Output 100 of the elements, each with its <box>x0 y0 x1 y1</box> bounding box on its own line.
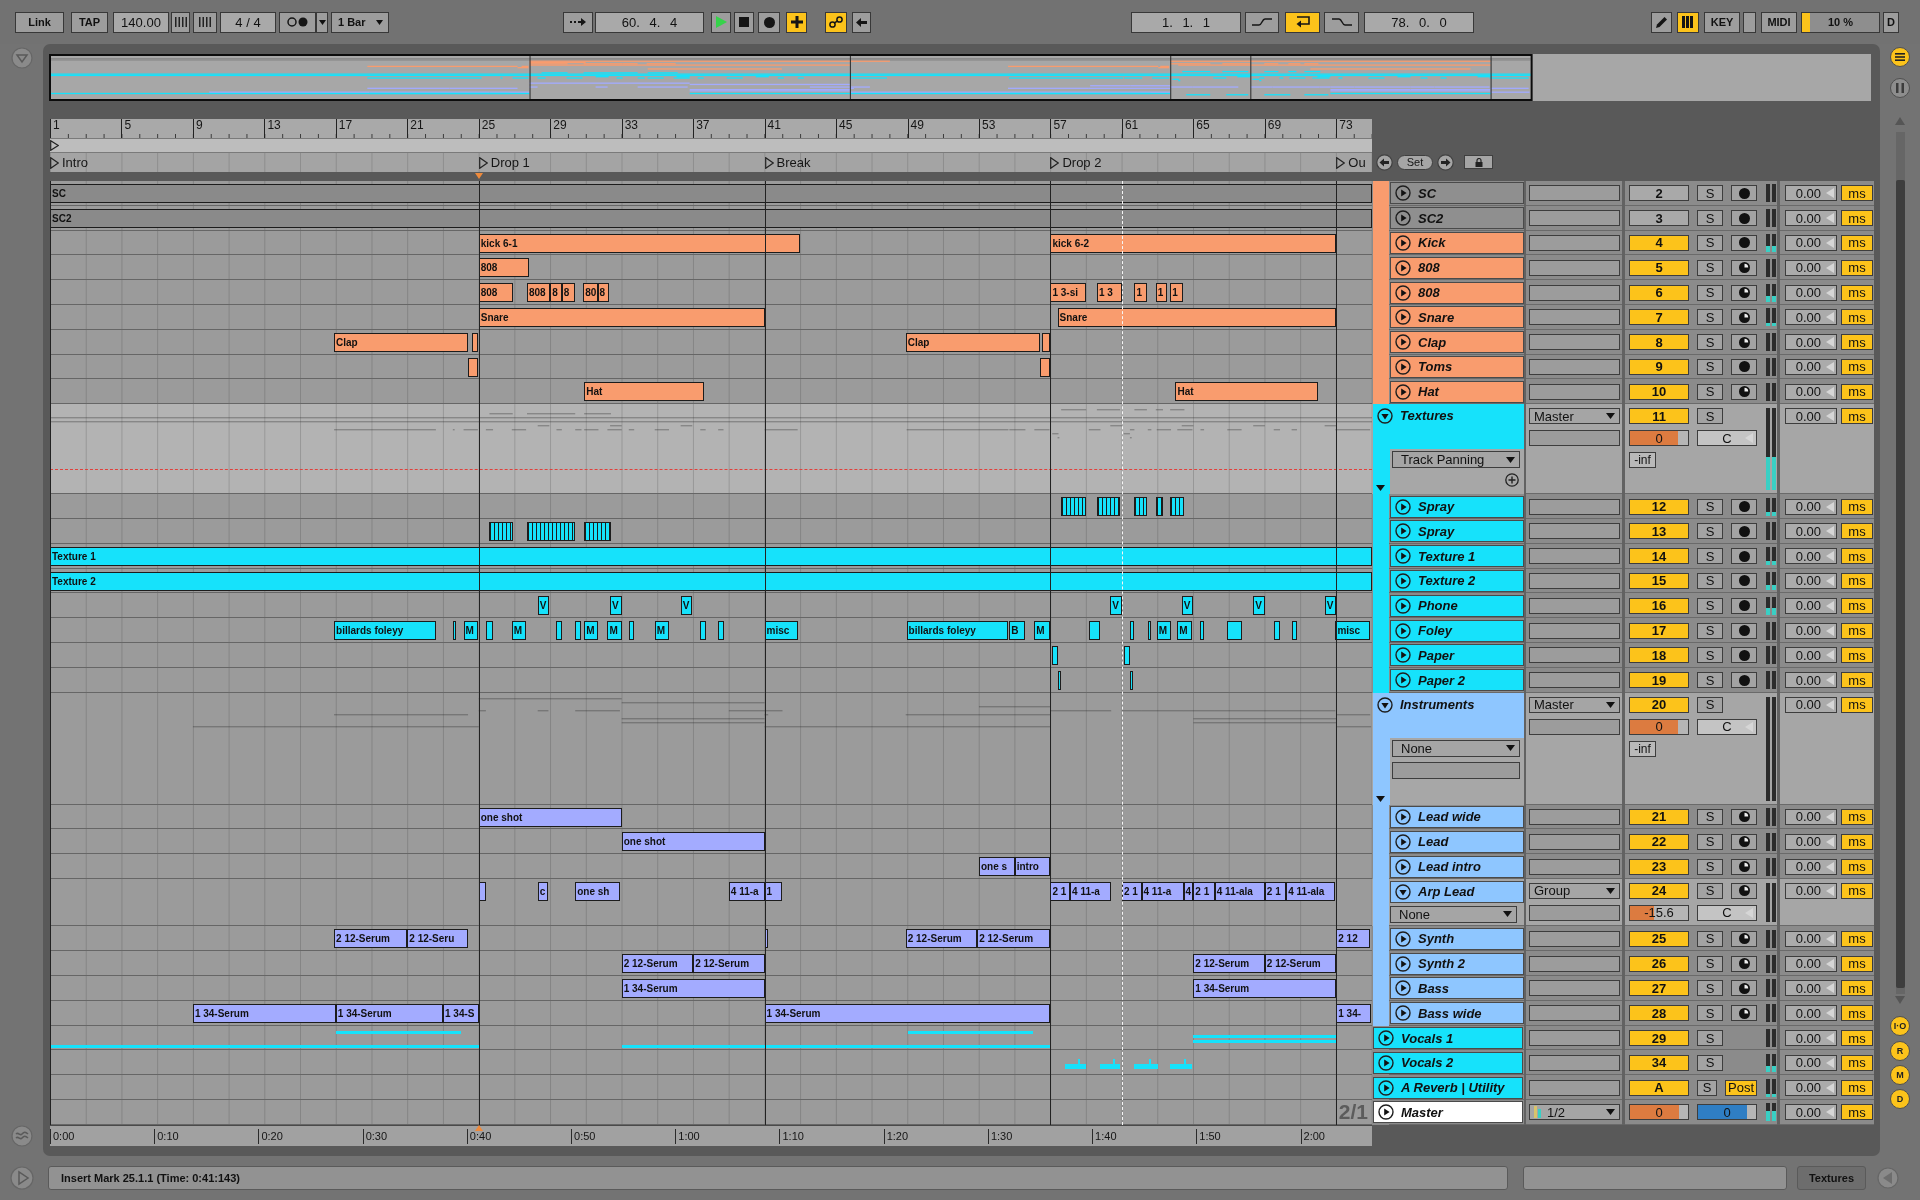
clip[interactable] <box>1155 497 1163 517</box>
track-number-button[interactable]: 24 <box>1629 882 1689 899</box>
track-number-button[interactable]: 9 <box>1629 358 1689 375</box>
unit-button[interactable]: ms <box>1841 548 1873 565</box>
clip[interactable]: Hat <box>1175 382 1319 402</box>
routing-field[interactable] <box>1529 980 1620 997</box>
routing-field[interactable] <box>1529 955 1620 972</box>
caret-right-circle-icon[interactable] <box>1378 1104 1394 1121</box>
clip[interactable] <box>1041 332 1050 352</box>
arm-button[interactable] <box>1731 383 1757 400</box>
arm-button[interactable] <box>1731 833 1757 850</box>
clip[interactable]: 4 11-ala <box>1286 881 1336 901</box>
arm-button[interactable] <box>1731 358 1757 375</box>
caret-right-circle-icon[interactable] <box>1395 284 1411 301</box>
track-header[interactable]: Kick <box>1390 232 1524 254</box>
clip[interactable] <box>1134 497 1147 517</box>
routing-field[interactable] <box>1529 1005 1620 1022</box>
stop-button[interactable] <box>734 11 754 33</box>
track-number-button[interactable]: 22 <box>1629 833 1689 850</box>
triangle-right-icon[interactable] <box>50 140 59 151</box>
parameter-field[interactable] <box>1392 761 1520 779</box>
clip[interactable]: M <box>607 621 622 641</box>
clip[interactable]: 808 <box>478 283 513 303</box>
arm-button[interactable] <box>1731 930 1757 947</box>
arm-button[interactable] <box>1731 572 1757 589</box>
delay-field[interactable]: 0.00 <box>1785 1079 1837 1096</box>
caret-right-circle-icon[interactable] <box>1378 1054 1394 1071</box>
arm-button[interactable] <box>1731 259 1757 276</box>
clip[interactable]: M <box>1034 621 1050 641</box>
clip[interactable] <box>718 621 724 641</box>
clip[interactable] <box>1039 357 1050 377</box>
routing-field[interactable] <box>1529 858 1620 875</box>
solo-button[interactable]: S <box>1697 882 1723 899</box>
track-header[interactable]: SC <box>1390 182 1524 205</box>
record-button[interactable] <box>758 11 780 33</box>
caret-down-icon[interactable] <box>1376 485 1385 492</box>
clip[interactable] <box>764 1044 1051 1048</box>
clip[interactable] <box>50 1044 479 1048</box>
solo-button[interactable]: S <box>1697 696 1723 713</box>
caret-right-circle-icon[interactable] <box>1395 833 1411 850</box>
routing-field[interactable] <box>1529 904 1620 921</box>
arm-button[interactable] <box>1731 523 1757 540</box>
delay-field[interactable]: 0.00 <box>1785 185 1837 202</box>
solo-button[interactable]: S <box>1697 523 1723 540</box>
delay-field[interactable]: 0.00 <box>1785 309 1837 326</box>
solo-button[interactable]: S <box>1697 309 1723 326</box>
clip[interactable]: 2 12-Serum <box>905 929 978 949</box>
track-number-button[interactable]: 12 <box>1629 498 1689 515</box>
track-number-button[interactable]: 21 <box>1629 808 1689 825</box>
solo-button[interactable]: S <box>1697 930 1723 947</box>
clip[interactable]: V <box>1324 596 1337 616</box>
arm-button[interactable] <box>1731 955 1757 972</box>
arm-button[interactable] <box>1731 597 1757 614</box>
track-header[interactable]: Snare <box>1390 306 1524 329</box>
clip[interactable] <box>335 1030 461 1034</box>
clip[interactable] <box>1057 670 1061 690</box>
unit-button[interactable]: ms <box>1841 523 1873 540</box>
unit-button[interactable]: ms <box>1841 672 1873 689</box>
clip[interactable] <box>628 621 635 641</box>
track-number-button[interactable]: 11 <box>1629 408 1689 425</box>
track-header[interactable]: Master <box>1373 1101 1523 1124</box>
track-header[interactable]: Hat <box>1390 380 1524 403</box>
caret-right-circle-icon[interactable] <box>1395 383 1411 400</box>
clip[interactable]: 1 34-S <box>443 1003 479 1023</box>
clip[interactable]: 1 3-si <box>1050 283 1087 303</box>
locator[interactable]: Ou <box>1336 154 1366 171</box>
caret-right-circle-icon[interactable] <box>1395 930 1411 947</box>
volume-slider[interactable]: 0 <box>1629 718 1689 735</box>
unit-button[interactable]: ms <box>1841 284 1873 301</box>
caret-right-circle-icon[interactable] <box>1395 955 1411 972</box>
routing-field[interactable] <box>1529 833 1620 850</box>
clip[interactable] <box>1088 621 1101 641</box>
lines-button[interactable] <box>1890 47 1910 67</box>
delay-field[interactable]: 0.00 <box>1785 1005 1837 1022</box>
locator[interactable]: Intro <box>50 154 88 171</box>
delay-field[interactable]: 0.00 <box>1785 259 1837 276</box>
delay-field[interactable]: 0.00 <box>1785 597 1837 614</box>
solo-button[interactable]: S <box>1697 334 1723 351</box>
arm-button[interactable] <box>1731 882 1757 899</box>
caret-right-circle-icon[interactable] <box>1395 1005 1411 1022</box>
track-number-button[interactable]: 5 <box>1629 259 1689 276</box>
pan-field[interactable]: C <box>1697 718 1757 735</box>
clip[interactable]: M <box>584 621 599 641</box>
caret-right-circle-icon[interactable] <box>1395 572 1411 589</box>
unit-button[interactable]: ms <box>1841 1005 1873 1022</box>
routing-field[interactable] <box>1529 284 1620 301</box>
routing-field[interactable] <box>1529 523 1620 540</box>
clip[interactable] <box>575 621 582 641</box>
delay-field[interactable]: 0.00 <box>1785 672 1837 689</box>
routing-field[interactable] <box>1529 808 1620 825</box>
routing-field[interactable] <box>1529 383 1620 400</box>
delay-field[interactable]: 0.00 <box>1785 882 1837 899</box>
clip[interactable]: V <box>1110 596 1122 616</box>
caret-down-circle-icon[interactable] <box>1377 696 1393 713</box>
clip[interactable]: M <box>654 621 669 641</box>
solo-button[interactable]: S <box>1697 210 1723 227</box>
solo-button[interactable]: S <box>1697 672 1723 689</box>
track-number-button[interactable]: A <box>1629 1079 1689 1096</box>
solo-button[interactable]: S <box>1697 858 1723 875</box>
clip[interactable]: SC <box>50 184 1372 203</box>
